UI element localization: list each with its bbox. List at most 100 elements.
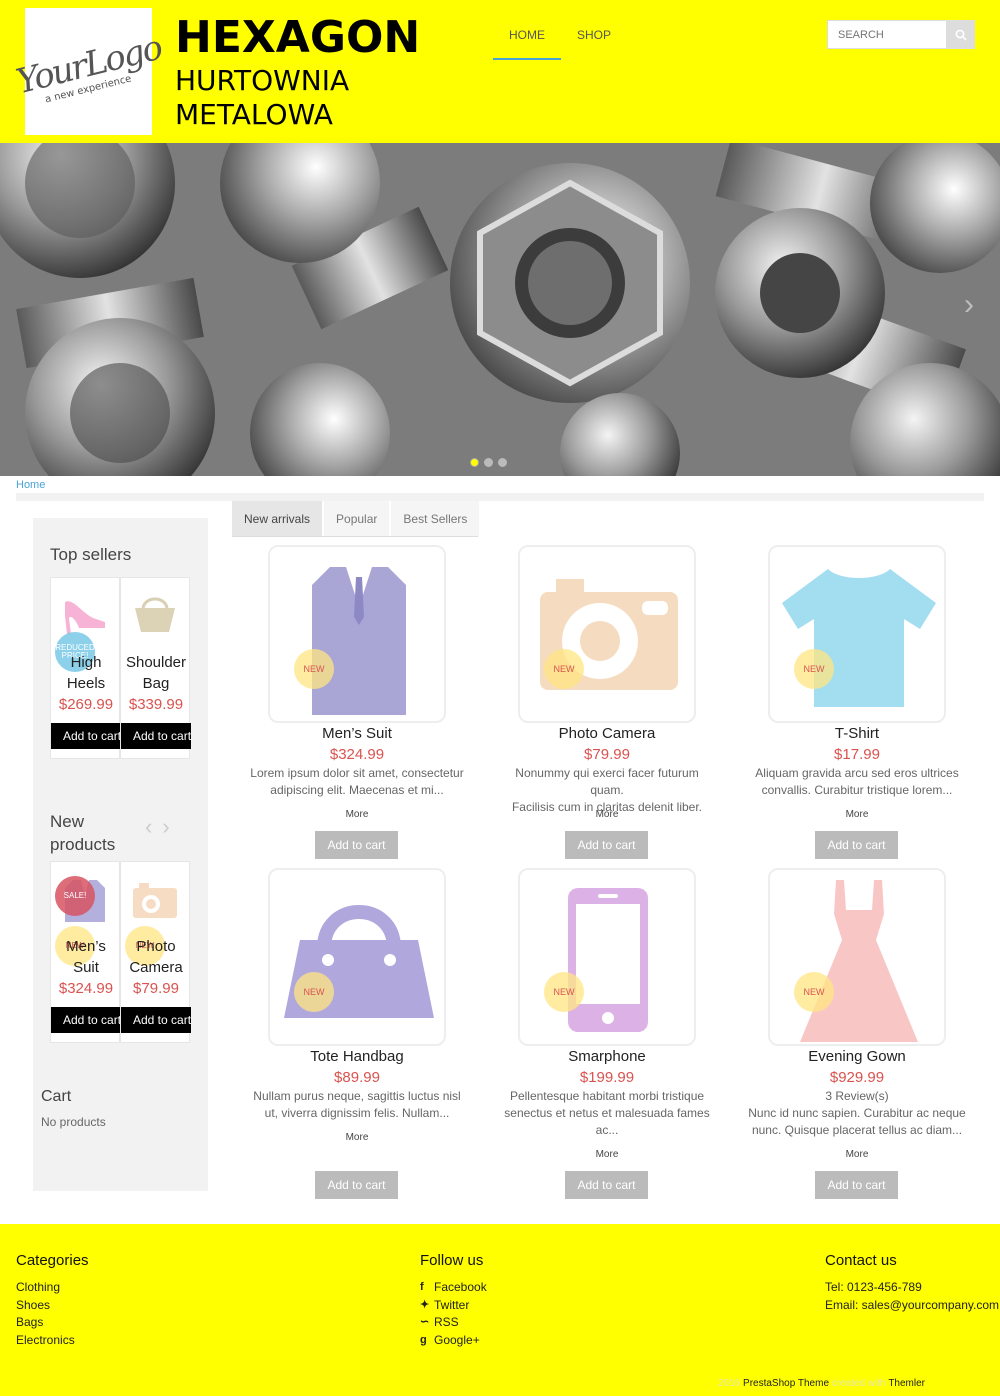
- brand-line-2: HURTOWNIA: [175, 64, 350, 97]
- product-image[interactable]: NEW: [518, 868, 696, 1046]
- social-link-twitter[interactable]: ✦ Twitter: [420, 1297, 487, 1315]
- footer-contact-title: Contact us: [825, 1252, 897, 1269]
- footer-link[interactable]: Electronics: [16, 1332, 89, 1350]
- slider-dot[interactable]: [484, 458, 493, 467]
- top-seller-item[interactable]: REDUCED PRICE! High Heels $269.99 Add to…: [50, 577, 121, 759]
- social-link-rss[interactable]: ∽ RSS: [420, 1314, 487, 1332]
- product-image[interactable]: NEW: [268, 545, 446, 723]
- credits-created: created with: [831, 1378, 886, 1389]
- googleplus-icon: g: [420, 1333, 427, 1346]
- footer-follow: Follow us f Facebook ✦ Twitter ∽ RSS g Googl…: [420, 1252, 487, 1349]
- breadcrumb-bar: [16, 493, 984, 501]
- more-link[interactable]: More: [485, 809, 729, 820]
- add-to-cart-button[interactable]: Add to cart: [121, 1007, 191, 1033]
- new-badge: NEW: [544, 972, 584, 1012]
- slider-next-icon[interactable]: ›: [964, 288, 974, 322]
- credits-theme[interactable]: PrestaShop Theme: [743, 1378, 829, 1389]
- top-seller-name[interactable]: Heels: [51, 673, 121, 694]
- add-to-cart-button[interactable]: Add to cart: [565, 831, 648, 859]
- new-products-title-1: New: [50, 812, 85, 831]
- social-link-facebook[interactable]: f Facebook: [420, 1279, 487, 1297]
- new-product-name[interactable]: Photo: [121, 936, 191, 957]
- more-link[interactable]: More: [235, 809, 479, 820]
- add-to-cart-button[interactable]: Add to cart: [815, 831, 898, 859]
- product-name[interactable]: Tote Handbag: [235, 1048, 479, 1065]
- add-to-cart-button[interactable]: Add to cart: [51, 723, 121, 749]
- carousel-arrows: ‹›: [145, 814, 180, 840]
- rss-icon: ∽: [420, 1316, 430, 1328]
- contact-phone: Tel: 0123-456-789: [825, 1280, 922, 1294]
- product-description-line: Lorem ipsum dolor sit amet, consectetur: [250, 766, 464, 780]
- top-seller-name[interactable]: Bag: [121, 673, 191, 694]
- shoulder-bag-icon: [135, 597, 175, 632]
- new-product-name[interactable]: Suit: [51, 957, 121, 978]
- new-badge: NEW: [294, 972, 334, 1012]
- product-reviews[interactable]: 3 Review(s): [735, 1089, 979, 1103]
- product-name[interactable]: Men’s Suit: [235, 725, 479, 742]
- tab-best-sellers[interactable]: Best Sellers: [391, 501, 480, 537]
- more-link[interactable]: More: [735, 1149, 979, 1160]
- chevron-right-icon[interactable]: ›: [162, 814, 179, 839]
- top-seller-name[interactable]: High: [51, 652, 121, 673]
- product-name[interactable]: T-Shirt: [735, 725, 979, 742]
- product-description-line: Nonummy qui exerci facer futurum quam.: [515, 766, 699, 797]
- new-product-item[interactable]: SALE! NEW Men’s Suit $324.99 Add to cart: [50, 861, 121, 1043]
- footer-link[interactable]: Clothing: [16, 1279, 89, 1297]
- nav-shop[interactable]: SHOP: [561, 0, 627, 60]
- add-to-cart-button[interactable]: Add to cart: [315, 1171, 398, 1199]
- product-image[interactable]: NEW: [768, 545, 946, 723]
- search-box: [827, 20, 975, 49]
- product-image[interactable]: NEW: [518, 545, 696, 723]
- more-link[interactable]: More: [735, 809, 979, 820]
- cart-title[interactable]: Cart: [41, 1088, 71, 1106]
- twitter-icon: ✦: [420, 1298, 430, 1311]
- top-seller-item[interactable]: Shoulder Bag $339.99 Add to cart: [120, 577, 191, 759]
- product-name[interactable]: Smarphone: [485, 1048, 729, 1065]
- product-image[interactable]: NEW: [768, 868, 946, 1046]
- social-link-googleplus[interactable]: g Google+: [420, 1332, 487, 1350]
- top-seller-name[interactable]: Shoulder: [121, 652, 191, 673]
- search-icon: [955, 29, 967, 41]
- product-image[interactable]: NEW: [268, 868, 446, 1046]
- dress-icon: [800, 880, 918, 1042]
- add-to-cart-button[interactable]: Add to cart: [565, 1171, 648, 1199]
- site-logo[interactable]: YourLogo a new experience: [12, 8, 165, 135]
- product-description-line: convallis. Curabitur tristique lorem...: [761, 783, 953, 797]
- facebook-icon: f: [420, 1281, 424, 1293]
- product-description-line: Nunc id nunc sapien. Curabitur ac neque: [748, 1106, 966, 1120]
- nav-home[interactable]: HOME: [493, 0, 561, 60]
- footer-link[interactable]: Bags: [16, 1314, 89, 1332]
- new-product-name[interactable]: Camera: [121, 957, 191, 978]
- search-input[interactable]: [827, 20, 947, 49]
- hero-slider[interactable]: [0, 143, 1000, 476]
- product-name[interactable]: Photo Camera: [485, 725, 729, 742]
- add-to-cart-button[interactable]: Add to cart: [815, 1171, 898, 1199]
- more-link[interactable]: More: [235, 1132, 479, 1143]
- tab-popular[interactable]: Popular: [324, 501, 390, 537]
- product-description-line: ac...: [595, 1123, 619, 1137]
- new-product-name[interactable]: Men’s: [51, 936, 121, 957]
- more-link[interactable]: More: [485, 1149, 729, 1160]
- search-button[interactable]: [947, 20, 975, 49]
- chevron-left-icon[interactable]: ‹: [145, 814, 162, 839]
- product-name[interactable]: Evening Gown: [735, 1048, 979, 1065]
- cart-empty-text: No products: [41, 1115, 106, 1129]
- contact-email[interactable]: Email: sales@yourcompany.com: [825, 1297, 999, 1315]
- breadcrumb[interactable]: Home: [16, 479, 45, 491]
- slider-dot-active[interactable]: [470, 458, 479, 467]
- footer-link[interactable]: Shoes: [16, 1297, 89, 1315]
- credits-themler[interactable]: Themler: [888, 1378, 925, 1389]
- tab-new-arrivals[interactable]: New arrivals: [232, 501, 323, 537]
- new-product-item[interactable]: NEW Photo Camera $79.99 Add to cart: [120, 861, 191, 1043]
- top-seller-price: $269.99: [58, 696, 114, 713]
- product-description-line: adipiscing elit. Maecenas et mi...: [270, 783, 444, 797]
- add-to-cart-button[interactable]: Add to cart: [315, 831, 398, 859]
- product-description-line: Nullam purus neque, sagittis luctus nisl: [253, 1089, 461, 1103]
- site-header: YourLogo a new experience HEXAGON HURTOW…: [0, 0, 1000, 143]
- product-tabs: New arrivals Popular Best Sellers: [232, 501, 481, 537]
- footer-contact: Contact us Tel: 0123-456-789 Email: sale…: [825, 1252, 999, 1314]
- add-to-cart-button[interactable]: Add to cart: [51, 1007, 121, 1033]
- suit-icon: [312, 567, 406, 715]
- add-to-cart-button[interactable]: Add to cart: [121, 723, 191, 749]
- slider-dot[interactable]: [498, 458, 507, 467]
